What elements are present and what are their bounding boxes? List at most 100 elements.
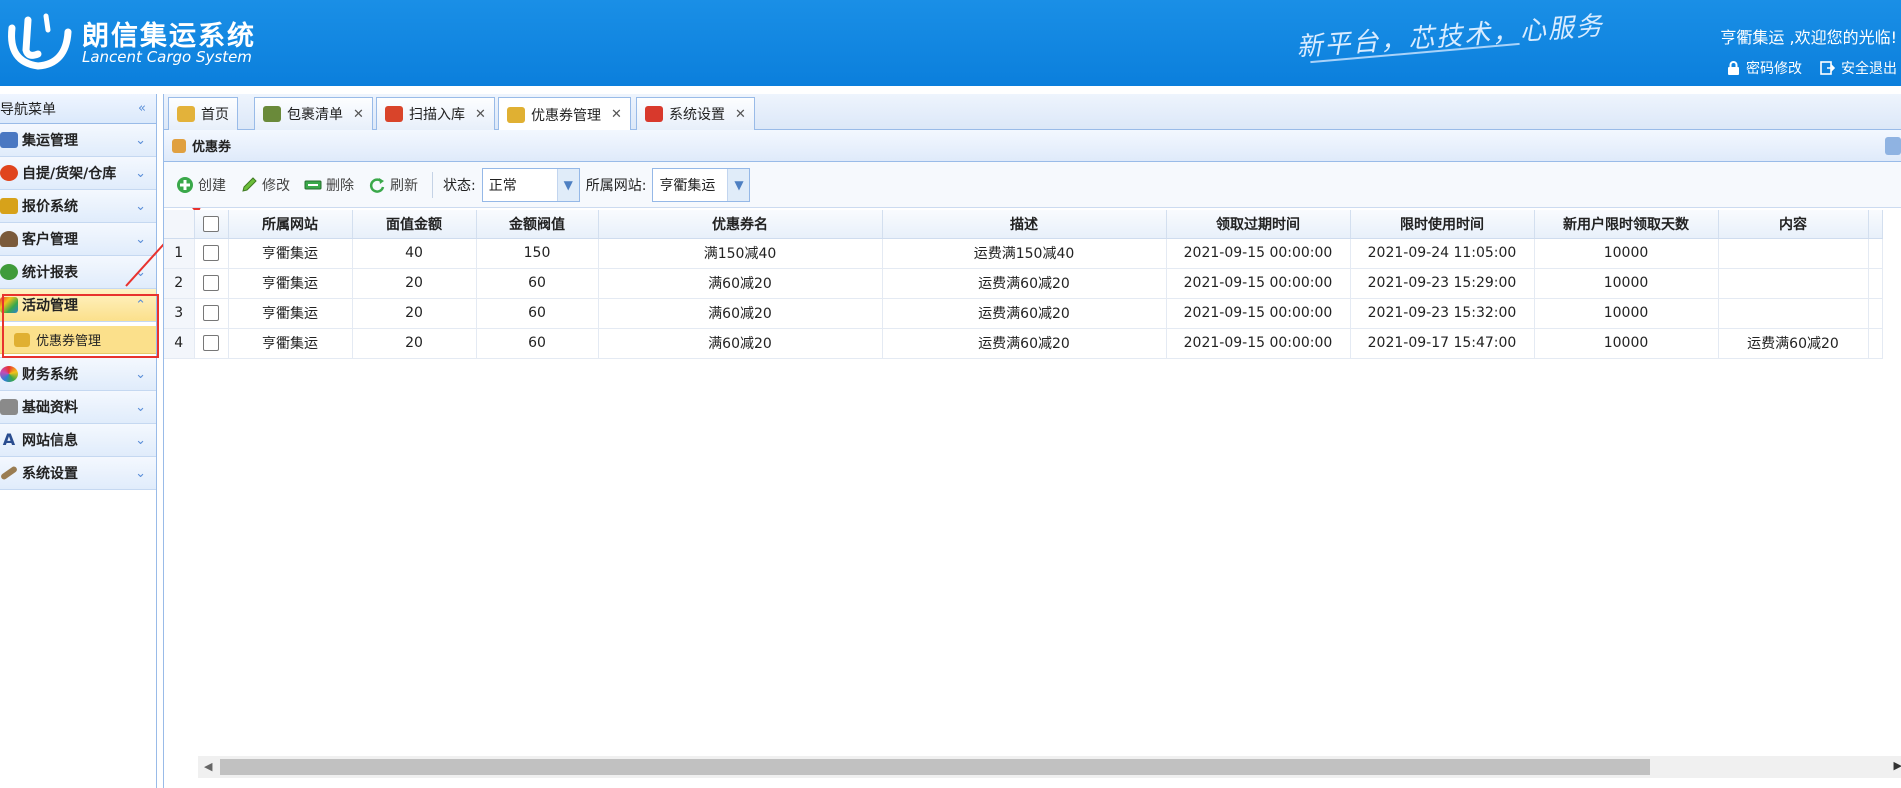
wrench-icon	[0, 465, 19, 481]
table-cell: 满60减20	[598, 298, 883, 329]
table-row[interactable]: 3 亨衢集运 20 60 满60减20 运费满60减20 2021-09-15 …	[164, 298, 1883, 329]
edit-button[interactable]: 修改	[236, 173, 294, 197]
chevron-up-icon: ⌃	[135, 297, 146, 313]
logout-link[interactable]: 安全退出	[1820, 58, 1897, 78]
sidebar-subitem-coupon-management[interactable]: 优惠券管理	[0, 326, 156, 354]
table-row[interactable]: 4 亨衢集运 20 60 满60减20 运费满60减20 2021-09-15 …	[164, 328, 1883, 359]
sidebar-item-finance[interactable]: 财务系统 ⌄	[0, 358, 156, 391]
select-all-cell	[194, 210, 229, 239]
tab-home[interactable]: 首页	[168, 97, 238, 130]
scrollbar-thumb[interactable]	[220, 759, 1650, 775]
change-password-link[interactable]: 密码修改	[1727, 58, 1802, 78]
refresh-button[interactable]: 刷新	[364, 173, 422, 197]
chevron-down-icon: ⌄	[135, 366, 146, 382]
welcome-text: 亨衢集运 ,欢迎您的光临!	[1720, 28, 1897, 47]
column-header-filler	[1868, 210, 1883, 239]
column-header[interactable]: 面值金额	[352, 210, 477, 239]
settings-icon	[645, 106, 663, 122]
sidebar-item-site-info[interactable]: A 网站信息 ⌄	[0, 424, 156, 457]
scroll-right-icon[interactable]: ▶	[1894, 759, 1901, 772]
table-cell: 60	[476, 298, 599, 329]
table-row[interactable]: 2 亨衢集运 20 60 满60减20 运费满60减20 2021-09-15 …	[164, 268, 1883, 299]
plus-icon	[177, 176, 193, 193]
panel-collapse-button[interactable]	[1885, 137, 1901, 155]
table-cell: 2021-09-23 15:29:00	[1350, 268, 1535, 299]
toolbar: 创建 修改 删除 刷新 状态: 正常 ▼ 所属网站: 亨衢集运 ▼	[164, 162, 1901, 208]
tab-label: 优惠券管理	[531, 107, 601, 124]
row-checkbox[interactable]	[203, 305, 219, 321]
close-icon[interactable]: ✕	[353, 107, 364, 122]
delete-label: 删除	[326, 177, 354, 194]
table-cell: 10000	[1534, 298, 1719, 329]
column-header[interactable]: 优惠券名	[598, 210, 883, 239]
sidebar-item-customers[interactable]: 客户管理 ⌄	[0, 223, 156, 256]
row-select-cell	[194, 298, 229, 329]
table-cell: 60	[476, 268, 599, 299]
toolbar-separator	[432, 171, 433, 198]
table-row[interactable]: 1 亨衢集运 40 150 满150减40 运费满150减40 2021-09-…	[164, 238, 1883, 269]
chevron-down-icon: ▼	[727, 168, 750, 201]
table-cell: 2021-09-15 00:00:00	[1166, 328, 1351, 359]
row-checkbox[interactable]	[203, 275, 219, 291]
site-label: 所属网站:	[585, 177, 647, 194]
table-cell: 10000	[1534, 238, 1719, 269]
status-label: 状态:	[443, 177, 476, 194]
select-all-checkbox[interactable]	[203, 215, 219, 232]
column-header[interactable]: 内容	[1718, 210, 1869, 239]
status-select[interactable]: 正常 ▼	[481, 167, 580, 202]
column-header[interactable]: 领取过期时间	[1166, 210, 1351, 239]
sidebar-item-warehouse[interactable]: 自提/货架/仓库 ⌄	[0, 157, 156, 190]
column-header[interactable]: 所属网站	[228, 210, 353, 239]
tab-package-list[interactable]: 包裹清单 ✕	[254, 97, 373, 130]
tab-scan-in[interactable]: 扫描入库 ✕	[376, 97, 495, 130]
sidebar-item-basic-data[interactable]: 基础资料 ⌄	[0, 391, 156, 424]
table-cell: 亨衢集运	[228, 268, 353, 299]
sidebar-item-activities[interactable]: 活动管理 ⌃	[0, 289, 156, 322]
sidebar-item-label: 活动管理	[22, 298, 78, 314]
table-cell: 运费满150减40	[882, 238, 1167, 269]
sidebar-item-label: 基础资料	[22, 400, 78, 416]
chevron-down-icon: ⌄	[135, 231, 146, 247]
create-label: 创建	[198, 177, 226, 194]
coupon-icon	[14, 332, 30, 347]
pencil-icon	[242, 176, 257, 192]
horizontal-scrollbar[interactable]: ◀ ▶	[198, 756, 1901, 778]
table-cell	[1718, 238, 1869, 269]
column-header[interactable]: 描述	[882, 210, 1167, 239]
close-icon[interactable]: ✕	[475, 107, 486, 122]
rainbow-icon	[0, 297, 18, 313]
table-cell: 2021-09-23 15:32:00	[1350, 298, 1535, 329]
scroll-left-icon[interactable]: ◀	[204, 760, 212, 773]
sidebar-submenu: 优惠券管理	[0, 322, 156, 358]
sidebar-item-reports[interactable]: 统计报表 ⌄	[0, 256, 156, 289]
column-header[interactable]: 新用户限时领取天数	[1534, 210, 1719, 239]
column-header[interactable]: 限时使用时间	[1350, 210, 1535, 239]
table-cell: 20	[352, 298, 477, 329]
app-header: 朗信集运系统 Lancent Cargo System 新平台，芯技术，心服务 …	[0, 0, 1901, 86]
coupon-grid: 所属网站 面值金额 金额阀值 优惠券名 描述 领取过期时间 限时使用时间 新用户…	[164, 210, 1901, 359]
coupon-icon	[172, 138, 186, 153]
table-cell: 亨衢集运	[228, 298, 353, 329]
tab-label: 首页	[201, 107, 229, 123]
tab-system-settings[interactable]: 系统设置 ✕	[636, 97, 755, 130]
tab-coupon-management[interactable]: 优惠券管理 ✕	[498, 97, 631, 131]
collapse-sidebar-icon[interactable]: «	[138, 101, 146, 116]
table-cell: 40	[352, 238, 477, 269]
sidebar-item-settings[interactable]: 系统设置 ⌄	[0, 457, 156, 490]
monitor-icon	[0, 132, 18, 148]
table-cell: 满60减20	[598, 328, 883, 359]
close-icon[interactable]: ✕	[611, 107, 622, 122]
row-checkbox[interactable]	[203, 335, 219, 351]
site-select[interactable]: 亨衢集运 ▼	[652, 167, 751, 202]
delete-button[interactable]: 删除	[300, 173, 358, 197]
chevron-down-icon: ⌄	[135, 165, 146, 181]
sidebar-item-jiyun[interactable]: 集运管理 ⌄	[0, 124, 156, 157]
column-header[interactable]: 金额阀值	[476, 210, 599, 239]
row-checkbox[interactable]	[203, 245, 219, 261]
sidebar-item-quote[interactable]: 报价系统 ⌄	[0, 190, 156, 223]
close-icon[interactable]: ✕	[735, 107, 746, 122]
change-password-label: 密码修改	[1746, 61, 1802, 77]
table-cell: 运费满60减20	[1718, 328, 1869, 359]
panel-title-bar: 优惠券	[164, 130, 1901, 162]
create-button[interactable]: 创建	[172, 173, 230, 197]
